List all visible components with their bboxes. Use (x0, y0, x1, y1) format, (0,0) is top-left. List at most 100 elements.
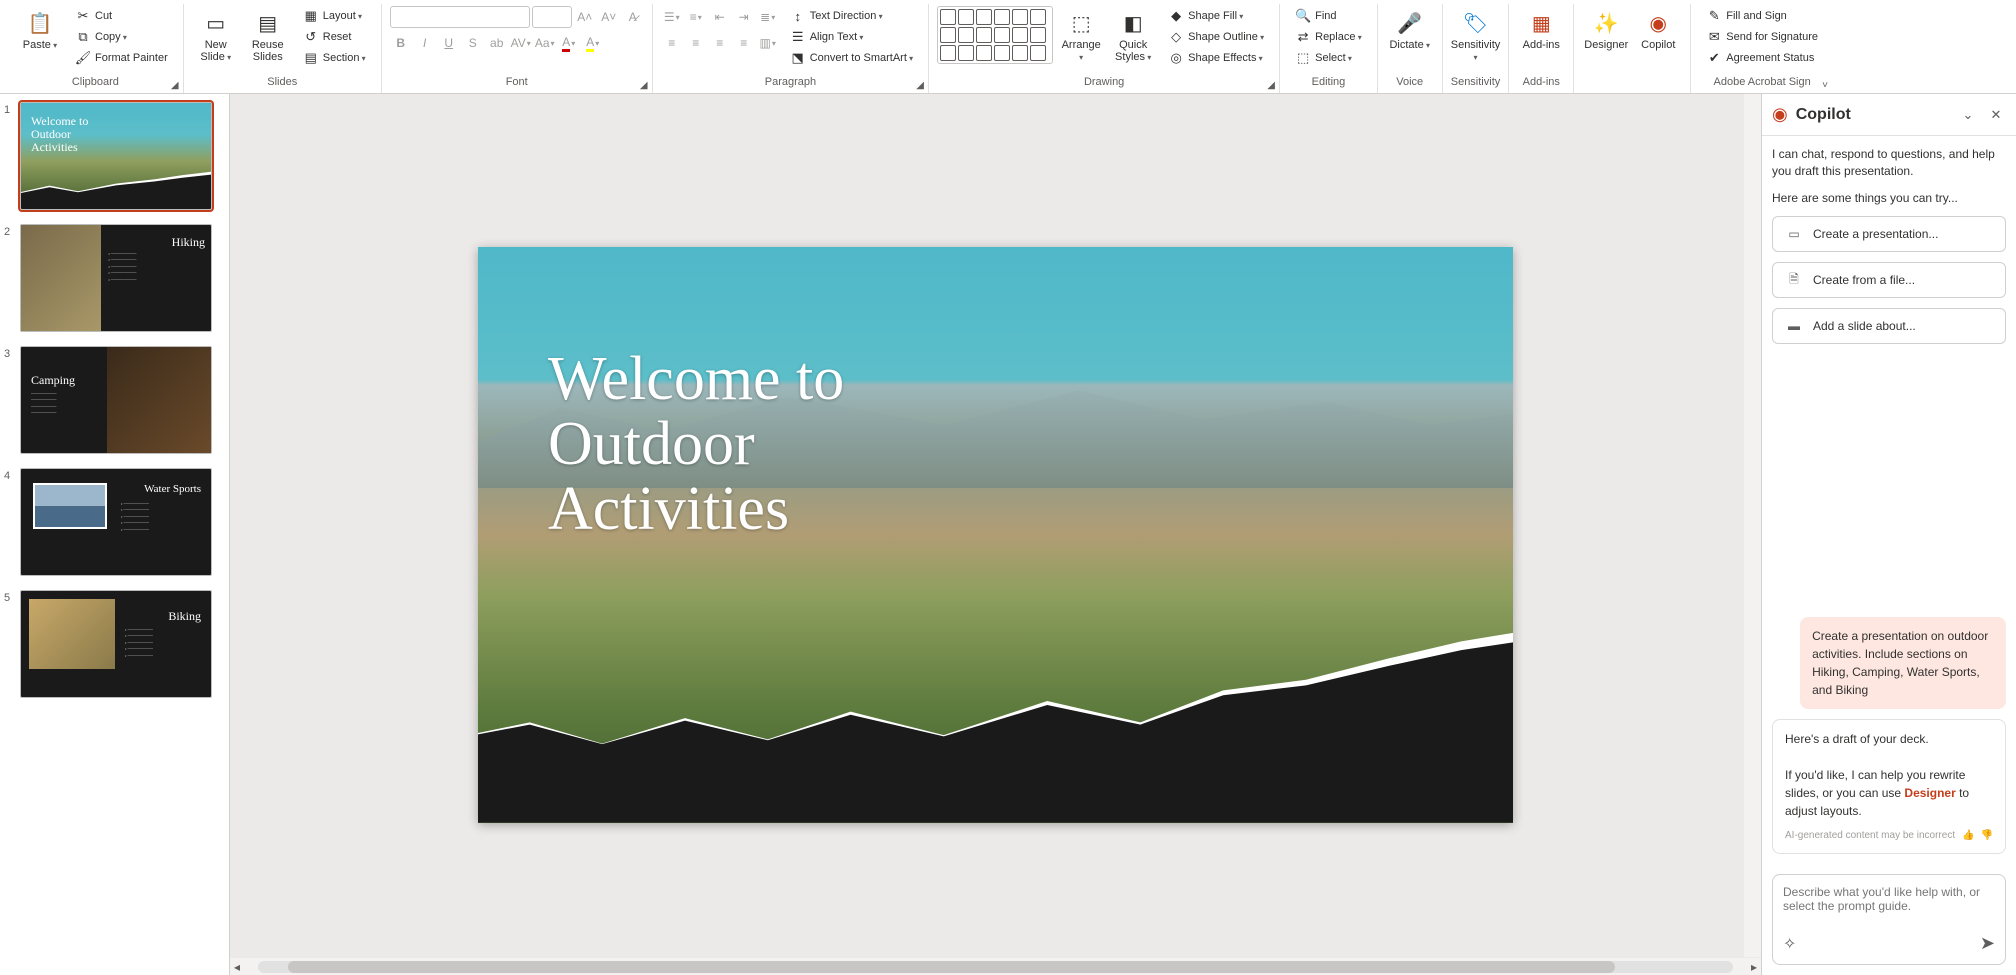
reset-label: Reset (323, 31, 352, 43)
shadow-button[interactable]: ab (486, 32, 508, 54)
increase-font-button[interactable]: A˄ (574, 6, 596, 28)
suggestion-add-slide[interactable]: ▬ Add a slide about... (1772, 308, 2006, 344)
vertical-scrollbar[interactable] (1744, 94, 1761, 957)
copilot-expand-button[interactable]: ⌄ (1958, 105, 1978, 125)
italic-button[interactable]: I (414, 32, 436, 54)
feedback-dislike-button[interactable]: 👎 (1981, 828, 1993, 843)
send-signature-icon: ✉ (1706, 29, 1722, 45)
text-direction-button[interactable]: ↕Text Direction (783, 6, 920, 26)
format-painter-button[interactable]: 🖌Format Painter (68, 48, 175, 68)
copilot-input-box[interactable]: Describe what you'd like help with, or s… (1772, 874, 2006, 965)
bullets-button[interactable]: ☰ (661, 6, 683, 28)
ribbon: 📋 Paste ✂Cut ⧉Copy 🖌Format Painter Clipb… (0, 0, 2016, 94)
text-direction-label: Text Direction (810, 10, 883, 22)
sensitivity-button[interactable]: 🏷 Sensitivity (1452, 6, 1500, 72)
columns-button[interactable]: ▥ (757, 32, 779, 54)
font-color-button[interactable]: A (558, 32, 580, 54)
copilot-body[interactable]: I can chat, respond to questions, and he… (1762, 136, 2016, 864)
thumbnail-slide-4[interactable]: Water Sports • ─────────• ─────────• ───… (20, 468, 212, 576)
copilot-close-button[interactable]: ✕ (1986, 105, 2006, 125)
layout-icon: ▦ (303, 8, 319, 24)
align-left-button[interactable]: ≡ (661, 32, 683, 54)
horizontal-scrollbar[interactable]: ◂ ▸ (230, 958, 1761, 975)
bold-button[interactable]: B (390, 32, 412, 54)
drawing-launcher[interactable]: ◢ (1265, 79, 1277, 91)
char-spacing-button[interactable]: AV (510, 32, 532, 54)
designer-button[interactable]: ✨ Designer (1582, 6, 1630, 72)
convert-smartart-label: Convert to SmartArt (810, 52, 913, 64)
section-button[interactable]: ▤Section (296, 48, 373, 68)
slide-editor-area[interactable]: Welcome to Outdoor Activities ◂ ▸ (230, 94, 1761, 975)
slide-canvas[interactable]: Welcome to Outdoor Activities (478, 247, 1513, 823)
suggestion-label: Create a presentation... (1813, 227, 1938, 241)
decrease-font-button[interactable]: A˅ (598, 6, 620, 28)
new-slide-button[interactable]: ▭ New Slide (192, 6, 240, 72)
highlight-button[interactable]: A (582, 32, 604, 54)
cut-button[interactable]: ✂Cut (68, 6, 175, 26)
numbering-button[interactable]: ≡ (685, 6, 707, 28)
shapes-gallery[interactable] (937, 6, 1053, 64)
clear-formatting-button[interactable]: A̷ (622, 6, 644, 28)
fill-sign-button[interactable]: ✎Fill and Sign (1699, 6, 1825, 26)
copy-button[interactable]: ⧉Copy (68, 27, 175, 47)
thumbnail-number: 2 (4, 224, 16, 238)
increase-indent-button[interactable]: ⇥ (733, 6, 755, 28)
replace-label: Replace (1315, 31, 1362, 43)
convert-smartart-button[interactable]: ⬔Convert to SmartArt (783, 48, 920, 68)
decrease-indent-button[interactable]: ⇤ (709, 6, 731, 28)
find-button[interactable]: 🔍Find (1288, 6, 1369, 26)
select-button[interactable]: ⬚Select (1288, 48, 1369, 68)
paragraph-launcher[interactable]: ◢ (914, 79, 926, 91)
reuse-slides-label: Reuse Slides (247, 39, 289, 63)
group-editing-label: Editing (1288, 74, 1369, 91)
ribbon-collapse-button[interactable]: ˅ (1819, 79, 1831, 91)
send-signature-button[interactable]: ✉Send for Signature (1699, 27, 1825, 47)
arrange-button[interactable]: ⬚ Arrange (1057, 6, 1105, 72)
thumbnail-slide-3[interactable]: Camping ────────────────────────────────… (20, 346, 212, 454)
bot-line-1: Here's a draft of your deck. (1785, 730, 1993, 748)
group-voice: 🎤 Dictate Voice (1378, 4, 1443, 93)
replace-button[interactable]: ⇄Replace (1288, 27, 1369, 47)
agreement-status-button[interactable]: ✔Agreement Status (1699, 48, 1825, 68)
copilot-ribbon-button[interactable]: ◉ Copilot (1634, 6, 1682, 72)
copilot-title: Copilot (1796, 106, 1950, 124)
prompt-guide-button[interactable]: ✧ (1783, 934, 1796, 954)
reuse-slides-button[interactable]: ▤ Reuse Slides (244, 6, 292, 72)
shape-fill-button[interactable]: ◆Shape Fill (1161, 6, 1271, 26)
scroll-left-icon[interactable]: ◂ (230, 960, 244, 974)
feedback-like-button[interactable]: 👍 (1962, 828, 1974, 843)
underline-button[interactable]: U (438, 32, 460, 54)
clipboard-launcher[interactable]: ◢ (169, 79, 181, 91)
shape-outline-button[interactable]: ◇Shape Outline (1161, 27, 1271, 47)
change-case-button[interactable]: Aa (534, 32, 556, 54)
line-spacing-button[interactable]: ≣ (757, 6, 779, 28)
thumbnail-slide-5[interactable]: Biking • ─────────• ─────────• ─────────… (20, 590, 212, 698)
align-right-button[interactable]: ≡ (709, 32, 731, 54)
thumbnail-slide-1[interactable]: Welcome toOutdoorActivities (20, 102, 212, 210)
fill-sign-icon: ✎ (1706, 8, 1722, 24)
strikethrough-button[interactable]: S (462, 32, 484, 54)
copilot-send-button[interactable]: ➤ (1980, 933, 1995, 954)
font-name-input[interactable] (390, 6, 530, 28)
dictate-button[interactable]: 🎤 Dictate (1386, 6, 1434, 72)
slide-title-text[interactable]: Welcome to Outdoor Activities (548, 347, 844, 542)
suggestion-create-presentation[interactable]: ▭ Create a presentation... (1772, 216, 2006, 252)
font-size-input[interactable] (532, 6, 572, 28)
justify-button[interactable]: ≡ (733, 32, 755, 54)
bot-designer-link[interactable]: Designer (1904, 786, 1955, 800)
scroll-right-icon[interactable]: ▸ (1747, 960, 1761, 974)
slide-thumbnail-panel[interactable]: 1 Welcome toOutdoorActivities 2 Hiking •… (0, 94, 230, 975)
quick-styles-button[interactable]: ◧ Quick Styles (1109, 6, 1157, 72)
quick-styles-icon: ◧ (1119, 9, 1147, 37)
shape-effects-button[interactable]: ◎Shape Effects (1161, 48, 1271, 68)
layout-button[interactable]: ▦Layout (296, 6, 373, 26)
paste-button[interactable]: 📋 Paste (16, 6, 64, 72)
reset-button[interactable]: ↺Reset (296, 27, 373, 47)
font-launcher[interactable]: ◢ (638, 79, 650, 91)
group-slides: ▭ New Slide ▤ Reuse Slides ▦Layout ↺Rese… (184, 4, 382, 93)
suggestion-create-from-file[interactable]: 🗎 Create from a file... (1772, 262, 2006, 298)
align-center-button[interactable]: ≡ (685, 32, 707, 54)
align-text-button[interactable]: ☰Align Text (783, 27, 920, 47)
addins-button[interactable]: ▦ Add-ins (1517, 6, 1565, 72)
thumbnail-slide-2[interactable]: Hiking • ─────────• ─────────• ─────────… (20, 224, 212, 332)
